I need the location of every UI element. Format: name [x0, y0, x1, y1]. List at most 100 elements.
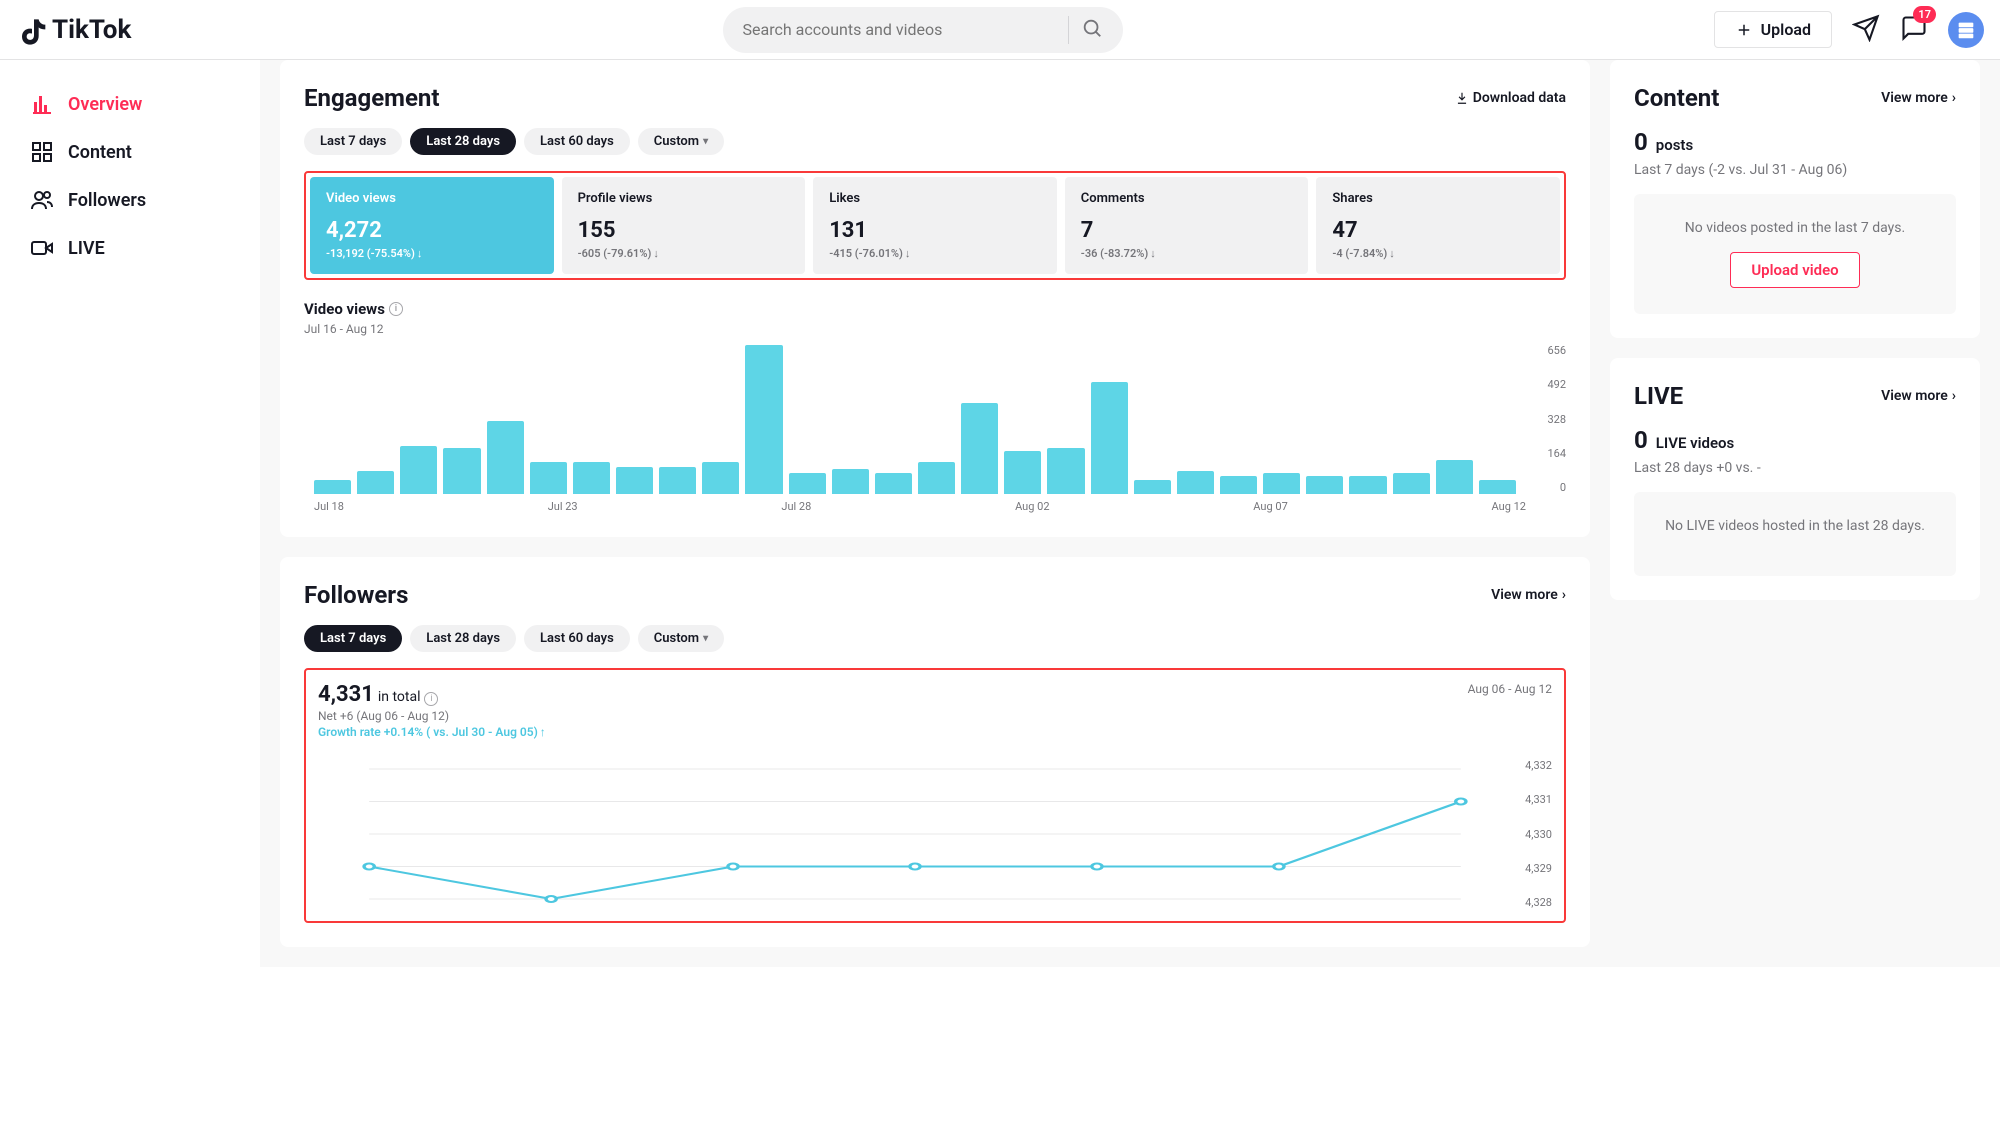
stats-row: Video views 4,272 -13,192 (-75.54%)↓ Pro… — [304, 171, 1566, 280]
bar[interactable] — [1177, 471, 1214, 494]
search-input[interactable] — [743, 20, 1056, 39]
upload-button[interactable]: Upload — [1714, 11, 1832, 48]
stat-comments[interactable]: Comments 7 -36 (-83.72%)↓ — [1065, 177, 1309, 274]
chevron-down-icon: ▾ — [703, 136, 708, 147]
bar[interactable] — [918, 462, 955, 494]
info-icon[interactable]: i — [424, 692, 438, 706]
main-column: Engagement Download data Last 7 days Las… — [280, 60, 1590, 967]
grid-icon — [30, 140, 54, 164]
sidebar-item-overview[interactable]: Overview — [20, 80, 260, 128]
stat-likes[interactable]: Likes 131 -415 (-76.01%)↓ — [813, 177, 1057, 274]
download-icon — [1455, 91, 1469, 105]
bar[interactable] — [875, 473, 912, 494]
chevron-right-icon: › — [1952, 388, 1956, 404]
chip-60days[interactable]: Last 60 days — [524, 625, 630, 652]
plus-icon — [1735, 21, 1753, 39]
content-title: Content — [1634, 84, 1719, 112]
chip-custom[interactable]: Custom▾ — [638, 625, 724, 652]
bar[interactable] — [357, 471, 394, 494]
bar[interactable] — [702, 462, 739, 494]
chip-7days[interactable]: Last 7 days — [304, 128, 402, 155]
chip-60days[interactable]: Last 60 days — [524, 128, 630, 155]
info-icon[interactable]: i — [389, 302, 403, 316]
chip-28days[interactable]: Last 28 days — [410, 128, 516, 155]
engagement-chips: Last 7 days Last 28 days Last 60 days Cu… — [304, 128, 1566, 155]
bar[interactable] — [573, 462, 610, 494]
tiktok-icon — [16, 14, 48, 46]
sidebar-item-label: Content — [68, 142, 132, 163]
engagement-card: Engagement Download data Last 7 days Las… — [280, 60, 1590, 537]
side-column: Content View more › 0 posts Last 7 days … — [1610, 60, 1980, 967]
bar[interactable] — [1393, 473, 1430, 494]
search-icon[interactable] — [1081, 17, 1103, 43]
line-chart: 4,3324,3314,3304,3294,328 — [318, 759, 1552, 909]
followers-summary: 4,331 in total i Net +6 (Aug 06 - Aug 12… — [304, 668, 1566, 923]
sidebar-item-label: Overview — [68, 94, 142, 115]
top-header: TikTok Upload 17 — [0, 0, 2000, 60]
arrow-down-icon: ↓ — [1389, 247, 1395, 260]
bar-chart-xaxis: Jul 18Jul 23Jul 28Aug 02Aug 07Aug 12 — [304, 494, 1566, 513]
followers-viewmore[interactable]: View more › — [1491, 587, 1566, 603]
bar[interactable] — [1263, 473, 1300, 494]
sidebar-item-followers[interactable]: Followers — [20, 176, 260, 224]
main-content: Engagement Download data Last 7 days Las… — [260, 60, 2000, 967]
followers-title: Followers — [304, 581, 408, 609]
tiktok-logo[interactable]: TikTok — [16, 14, 131, 46]
bar[interactable] — [1220, 476, 1257, 494]
bar[interactable] — [1091, 382, 1128, 494]
content-panel: Content View more › 0 posts Last 7 days … — [1610, 60, 1980, 338]
content-viewmore[interactable]: View more › — [1881, 90, 1956, 106]
sidebar-item-content[interactable]: Content — [20, 128, 260, 176]
bar[interactable] — [659, 467, 696, 494]
content-empty: No videos posted in the last 7 days. Upl… — [1634, 194, 1956, 314]
brand-text: TikTok — [52, 15, 131, 45]
bar[interactable] — [487, 421, 524, 494]
bar[interactable] — [1004, 451, 1041, 494]
content-meta: Last 7 days (-2 vs. Jul 31 - Aug 06) — [1634, 162, 1956, 178]
bar[interactable] — [314, 480, 351, 494]
avatar[interactable] — [1948, 12, 1984, 48]
bar[interactable] — [530, 462, 567, 494]
stat-video-views[interactable]: Video views 4,272 -13,192 (-75.54%)↓ — [310, 177, 554, 274]
chip-custom[interactable]: Custom▾ — [638, 128, 724, 155]
bar[interactable] — [789, 473, 826, 494]
sidebar-item-live[interactable]: LIVE — [20, 224, 260, 272]
live-meta: Last 28 days +0 vs. - — [1634, 460, 1956, 476]
send-icon[interactable] — [1852, 14, 1880, 46]
download-data-link[interactable]: Download data — [1455, 90, 1566, 106]
inbox-icon[interactable]: 17 — [1900, 14, 1928, 46]
followers-chips: Last 7 days Last 28 days Last 60 days Cu… — [304, 625, 1566, 652]
bar[interactable] — [443, 448, 480, 494]
stat-profile-views[interactable]: Profile views 155 -605 (-79.61%)↓ — [562, 177, 806, 274]
bar[interactable] — [1134, 480, 1171, 494]
notifications-badge: 17 — [1913, 6, 1936, 23]
video-icon — [30, 236, 54, 260]
chip-7days[interactable]: Last 7 days — [304, 625, 402, 652]
chip-28days[interactable]: Last 28 days — [410, 625, 516, 652]
bar[interactable] — [1306, 476, 1343, 494]
bar[interactable] — [1436, 460, 1473, 494]
chevron-right-icon: › — [1562, 587, 1566, 603]
followers-daterange: Aug 06 - Aug 12 — [1468, 682, 1552, 696]
live-title: LIVE — [1634, 382, 1683, 410]
search-bar[interactable] — [723, 7, 1123, 53]
bar-chart: 6564923281640 — [304, 344, 1566, 494]
live-viewmore[interactable]: View more › — [1881, 388, 1956, 404]
arrow-down-icon: ↓ — [1150, 247, 1156, 260]
chart-icon — [30, 92, 54, 116]
sidebar-item-label: LIVE — [68, 238, 105, 259]
users-icon — [30, 188, 54, 212]
live-count: 0 — [1634, 426, 1648, 454]
bar[interactable] — [1479, 480, 1516, 494]
arrow-down-icon: ↓ — [417, 247, 423, 260]
upload-video-button[interactable]: Upload video — [1730, 252, 1859, 288]
bar[interactable] — [400, 446, 437, 494]
bar[interactable] — [961, 403, 998, 494]
bar[interactable] — [616, 467, 653, 494]
stat-shares[interactable]: Shares 47 -4 (-7.84%)↓ — [1316, 177, 1560, 274]
bar[interactable] — [1047, 448, 1084, 494]
bar[interactable] — [1349, 476, 1386, 494]
upload-label: Upload — [1761, 20, 1811, 39]
bar[interactable] — [832, 469, 869, 494]
bar[interactable] — [745, 345, 782, 494]
